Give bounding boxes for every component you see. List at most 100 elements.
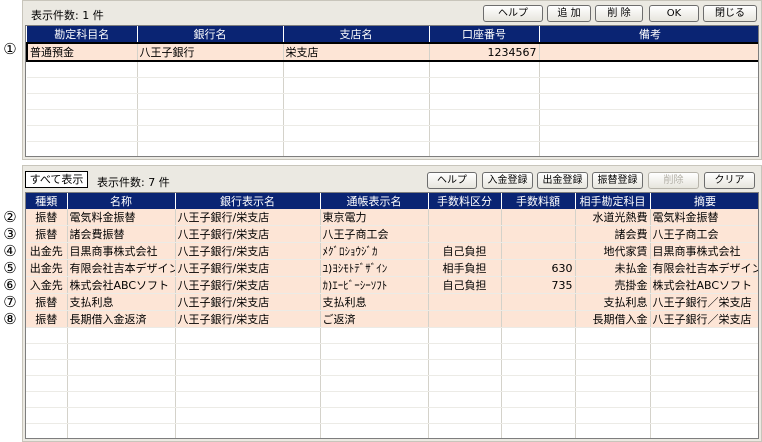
col-header-type[interactable]: 種類 bbox=[26, 193, 68, 209]
table-cell[interactable] bbox=[501, 293, 576, 311]
empty-cell[interactable] bbox=[67, 407, 176, 424]
empty-cell[interactable] bbox=[320, 407, 429, 424]
col-header-counter-account[interactable]: 相手勘定科目 bbox=[575, 193, 651, 209]
table-cell[interactable]: 振替 bbox=[26, 209, 68, 226]
account-delete-button[interactable]: 削 除 bbox=[595, 5, 643, 22]
empty-cell[interactable] bbox=[67, 375, 176, 392]
table-cell[interactable]: 地代家賃 bbox=[575, 242, 651, 260]
table-cell[interactable]: 電気料金振替 bbox=[650, 209, 758, 226]
account-help-button[interactable]: ヘルプ bbox=[483, 5, 543, 22]
empty-row[interactable] bbox=[26, 343, 758, 360]
table-cell[interactable] bbox=[501, 310, 576, 328]
table-cell[interactable] bbox=[501, 209, 576, 226]
table-cell[interactable]: 栄支店 bbox=[283, 42, 430, 62]
empty-cell[interactable] bbox=[26, 423, 68, 438]
table-cell[interactable] bbox=[428, 225, 502, 243]
empty-cell[interactable] bbox=[320, 327, 429, 344]
empty-cell[interactable] bbox=[175, 391, 321, 408]
col-header-description[interactable]: 摘要 bbox=[650, 193, 758, 209]
table-cell[interactable]: 自己負担 bbox=[428, 276, 502, 294]
empty-cell[interactable] bbox=[575, 359, 651, 376]
empty-cell[interactable] bbox=[137, 93, 284, 110]
col-header-bank-name[interactable]: 銀行名 bbox=[137, 26, 284, 43]
table-cell[interactable]: 振替 bbox=[26, 225, 68, 243]
table-row[interactable]: 振替 電気料金振替 八王子銀行/栄支店 東京電力 水道光熱費 電気料金振替 bbox=[26, 209, 758, 226]
table-cell[interactable]: 目黒商事株式会社 bbox=[67, 242, 176, 260]
empty-row[interactable] bbox=[27, 125, 758, 142]
table-cell[interactable]: 有限会社吉本デザイン bbox=[67, 259, 176, 277]
col-header-fee-amount[interactable]: 手数料額 bbox=[501, 193, 576, 209]
col-header-branch-name[interactable]: 支店名 bbox=[283, 26, 430, 43]
transfer-delete-button[interactable]: 削除 bbox=[648, 172, 699, 189]
empty-cell[interactable] bbox=[429, 93, 540, 110]
empty-cell[interactable] bbox=[26, 375, 68, 392]
empty-cell[interactable] bbox=[26, 359, 68, 376]
empty-cell[interactable] bbox=[650, 423, 758, 438]
empty-cell[interactable] bbox=[27, 93, 138, 110]
empty-cell[interactable] bbox=[428, 359, 502, 376]
table-cell[interactable]: 長期借入金 bbox=[575, 310, 651, 328]
empty-cell[interactable] bbox=[539, 125, 758, 142]
table-cell[interactable]: 水道光熱費 bbox=[575, 209, 651, 226]
show-all-button[interactable]: すべて表示 bbox=[25, 171, 88, 188]
table-cell[interactable]: 諸会費 bbox=[575, 225, 651, 243]
table-cell[interactable]: 八王子銀行/栄支店 bbox=[175, 276, 321, 294]
deposit-register-button[interactable]: 入金登録 bbox=[482, 172, 533, 189]
empty-row[interactable] bbox=[27, 77, 758, 94]
empty-row[interactable] bbox=[27, 141, 758, 156]
table-cell[interactable]: 八王子銀行／栄支店 bbox=[650, 293, 758, 311]
empty-cell[interactable] bbox=[575, 375, 651, 392]
empty-cell[interactable] bbox=[320, 375, 429, 392]
empty-cell[interactable] bbox=[429, 61, 540, 78]
empty-cell[interactable] bbox=[27, 141, 138, 156]
empty-cell[interactable] bbox=[137, 61, 284, 78]
empty-cell[interactable] bbox=[26, 391, 68, 408]
col-header-fee-type[interactable]: 手数料区分 bbox=[428, 193, 502, 209]
empty-cell[interactable] bbox=[283, 109, 430, 126]
empty-cell[interactable] bbox=[539, 141, 758, 156]
empty-cell[interactable] bbox=[27, 77, 138, 94]
account-add-button[interactable]: 追 加 bbox=[547, 5, 591, 22]
table-cell[interactable]: ご返済 bbox=[320, 310, 429, 328]
table-cell[interactable]: 八王子銀行/栄支店 bbox=[175, 310, 321, 328]
empty-cell[interactable] bbox=[67, 327, 176, 344]
empty-row[interactable] bbox=[27, 109, 758, 126]
table-cell[interactable] bbox=[428, 209, 502, 226]
empty-cell[interactable] bbox=[137, 77, 284, 94]
empty-cell[interactable] bbox=[650, 327, 758, 344]
empty-cell[interactable] bbox=[539, 77, 758, 94]
empty-cell[interactable] bbox=[175, 375, 321, 392]
table-cell[interactable]: 八王子銀行/栄支店 bbox=[175, 242, 321, 260]
empty-cell[interactable] bbox=[539, 109, 758, 126]
account-close-button[interactable]: 閉じる bbox=[703, 5, 757, 22]
empty-cell[interactable] bbox=[283, 77, 430, 94]
table-cell[interactable]: ﾕ)ﾖｼﾓﾄﾃﾞｻﾞｲﾝ bbox=[320, 259, 429, 277]
table-cell[interactable]: 振替 bbox=[26, 293, 68, 311]
empty-cell[interactable] bbox=[575, 343, 651, 360]
empty-cell[interactable] bbox=[27, 109, 138, 126]
col-header-account-number[interactable]: 口座番号 bbox=[429, 26, 540, 43]
table-cell[interactable] bbox=[428, 293, 502, 311]
table-row[interactable]: 入金先 株式会社ABCソフト 八王子銀行/栄支店 ｶ)ｴｰﾋﾞｰｼｰｿﾌﾄ 自己負担 73… bbox=[26, 276, 758, 294]
table-row[interactable]: 出金先 目黒商事株式会社 八王子銀行/栄支店 ﾒｸﾞﾛｼｮｳｼﾞｶ 自己負担 地代家賃 目黒… bbox=[26, 242, 758, 260]
empty-cell[interactable] bbox=[27, 61, 138, 78]
empty-cell[interactable] bbox=[539, 93, 758, 110]
transfer-grid[interactable]: 種類 名称 銀行表示名 通帳表示名 手数料区分 手数料額 相手勘定科目 摘要 振… bbox=[25, 192, 759, 439]
empty-cell[interactable] bbox=[26, 343, 68, 360]
empty-cell[interactable] bbox=[575, 391, 651, 408]
empty-cell[interactable] bbox=[175, 423, 321, 438]
empty-cell[interactable] bbox=[428, 375, 502, 392]
empty-cell[interactable] bbox=[575, 407, 651, 424]
empty-cell[interactable] bbox=[175, 327, 321, 344]
empty-cell[interactable] bbox=[650, 375, 758, 392]
empty-cell[interactable] bbox=[283, 61, 430, 78]
table-cell[interactable]: 八王子銀行/栄支店 bbox=[175, 293, 321, 311]
empty-cell[interactable] bbox=[67, 359, 176, 376]
empty-cell[interactable] bbox=[428, 391, 502, 408]
empty-cell[interactable] bbox=[575, 423, 651, 438]
col-header-name[interactable]: 名称 bbox=[67, 193, 176, 209]
col-header-remarks[interactable]: 備考 bbox=[539, 26, 758, 43]
empty-cell[interactable] bbox=[26, 407, 68, 424]
empty-cell[interactable] bbox=[67, 391, 176, 408]
table-cell[interactable]: 長期借入金返済 bbox=[67, 310, 176, 328]
